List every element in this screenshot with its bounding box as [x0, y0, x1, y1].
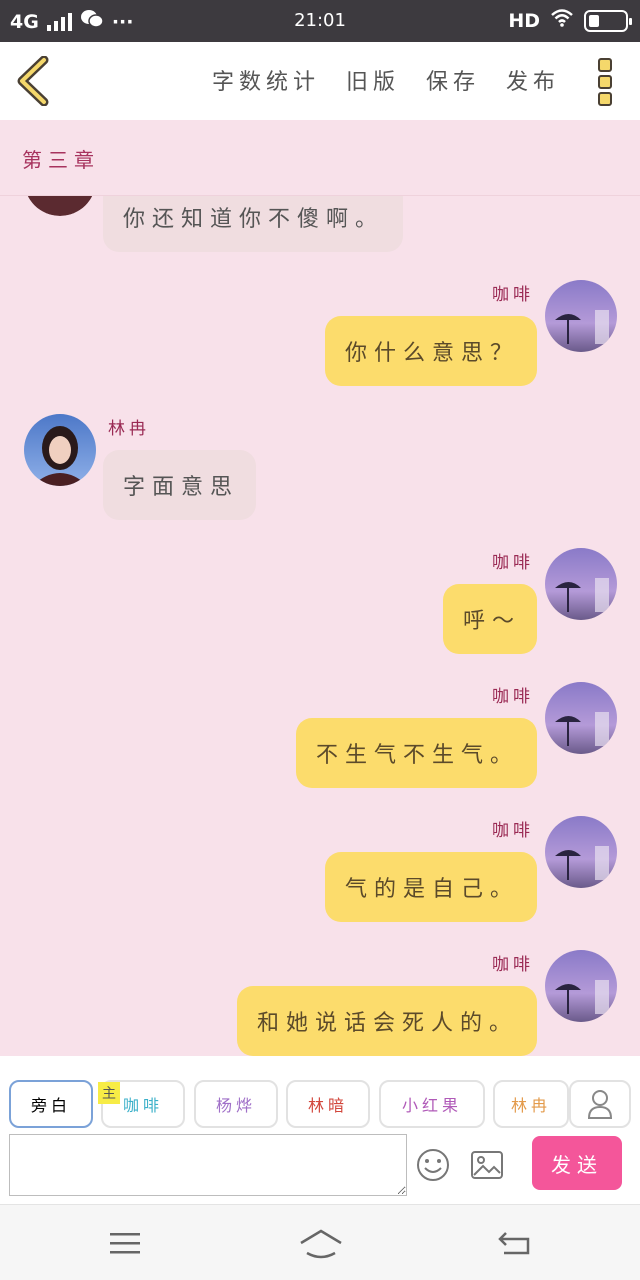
- emoji-icon: [417, 1149, 449, 1181]
- sender-name: 咖啡: [492, 553, 534, 573]
- input-row: 发送: [0, 1134, 640, 1204]
- role-linran[interactable]: 林冉: [493, 1080, 569, 1128]
- chat-area[interactable]: 你还知道你不傻啊。 咖啡 你什么意思？ 林冉 字面意思 咖啡 呼～ 咖啡 不生气…: [0, 196, 640, 1056]
- role-linan[interactable]: 林暗: [286, 1080, 370, 1128]
- role-label: 旁白: [30, 1096, 71, 1115]
- home-icon: [300, 1229, 342, 1259]
- avatar-linran[interactable]: [24, 414, 96, 486]
- old-version-button[interactable]: 旧版: [346, 64, 400, 96]
- return-icon: [498, 1232, 530, 1255]
- system-nav-bar: [0, 1204, 640, 1280]
- avatar-kafei[interactable]: [545, 682, 617, 754]
- sender-name: 林冉: [108, 419, 150, 439]
- avatar-kafei[interactable]: [545, 816, 617, 888]
- message-bubble[interactable]: 字面意思: [103, 450, 256, 520]
- wifi-icon: [550, 8, 574, 33]
- role-xiaohongguo[interactable]: 小红果: [379, 1080, 485, 1128]
- message-bubble[interactable]: 你什么意思？: [325, 316, 537, 386]
- menu-icon: [110, 1233, 140, 1254]
- message-bubble[interactable]: 和她说话会死人的。: [237, 986, 537, 1056]
- save-button[interactable]: 保存: [426, 64, 480, 96]
- avatar-kafei[interactable]: [545, 280, 617, 352]
- more-dot-icon: [598, 92, 612, 106]
- role-label: 杨烨: [215, 1096, 256, 1115]
- send-button[interactable]: 发送: [532, 1136, 622, 1190]
- publish-button[interactable]: 发布: [506, 64, 560, 96]
- home-button[interactable]: [298, 1225, 344, 1261]
- chapter-header[interactable]: 第三章: [0, 120, 640, 196]
- back-button[interactable]: [14, 55, 54, 107]
- image-icon: [471, 1151, 503, 1179]
- emoji-button[interactable]: [416, 1148, 450, 1182]
- main-character-badge: 主: [98, 1082, 120, 1104]
- message-input[interactable]: [9, 1134, 407, 1196]
- menu-button[interactable]: [106, 1225, 146, 1261]
- sender-name: 咖啡: [492, 687, 534, 707]
- role-label: 林冉: [510, 1096, 551, 1115]
- role-label: 小红果: [401, 1096, 462, 1115]
- chevron-left-icon: [17, 55, 49, 107]
- word-count-button[interactable]: 字数统计: [212, 64, 320, 96]
- editor-toolbar: 字数统计 旧版 保存 发布: [0, 42, 640, 120]
- battery-icon: [584, 9, 632, 32]
- message-bubble[interactable]: 呼～: [443, 584, 537, 654]
- role-label: 林暗: [307, 1096, 348, 1115]
- role-yangye[interactable]: 杨烨: [194, 1080, 278, 1128]
- hd-indicator: HD: [508, 9, 540, 32]
- avatar-linran[interactable]: [24, 196, 96, 216]
- status-bar: 4G ··· 21:01 HD: [0, 0, 640, 42]
- message-bubble[interactable]: 不生气不生气。: [296, 718, 537, 788]
- message-bubble[interactable]: 气的是自己。: [325, 852, 537, 922]
- role-narrator[interactable]: 旁白: [9, 1080, 93, 1128]
- sender-name: 咖啡: [492, 821, 534, 841]
- more-menu-button[interactable]: [598, 58, 614, 106]
- chapter-title: 第三章: [22, 148, 100, 172]
- user-icon: [587, 1090, 613, 1119]
- image-button[interactable]: [470, 1150, 504, 1180]
- role-label: 咖啡: [122, 1096, 163, 1115]
- more-dot-icon: [598, 58, 612, 72]
- role-selector: 旁白 咖啡 主 杨烨 林暗 小红果 林冉: [0, 1056, 640, 1134]
- character-manager-button[interactable]: [569, 1080, 631, 1128]
- more-dot-icon: [598, 75, 612, 89]
- back-nav-button[interactable]: [496, 1225, 536, 1261]
- avatar-kafei[interactable]: [545, 950, 617, 1022]
- sender-name: 咖啡: [492, 285, 534, 305]
- sender-name: 咖啡: [492, 955, 534, 975]
- message-bubble[interactable]: 你还知道你不傻啊。: [103, 196, 403, 252]
- avatar-kafei[interactable]: [545, 548, 617, 620]
